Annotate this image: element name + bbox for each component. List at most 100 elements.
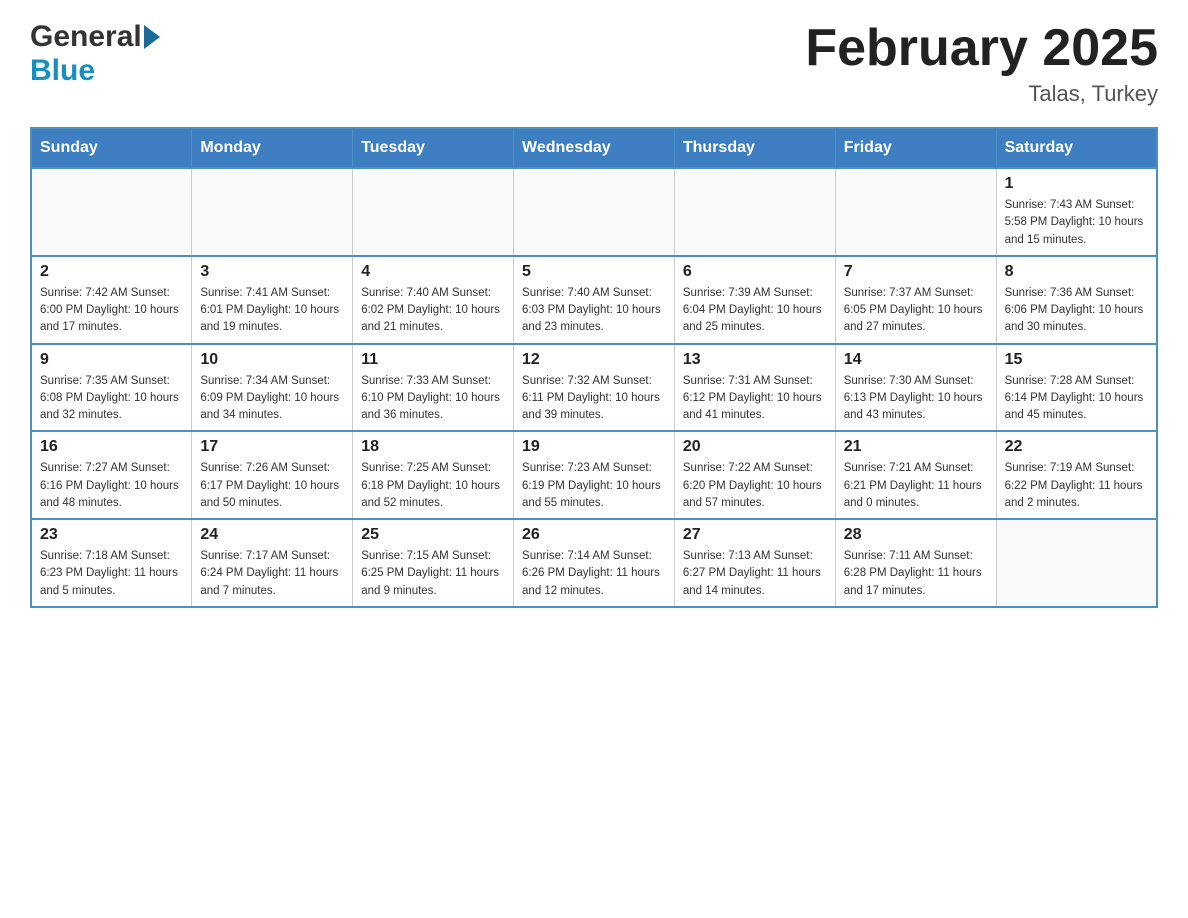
day-number: 17 (200, 438, 344, 456)
day-number: 5 (522, 263, 666, 281)
table-row: 9 Sunrise: 7:35 AM Sunset: 6:08 PM Daylig… (31, 344, 192, 432)
day-number: 7 (844, 263, 988, 281)
day-number: 4 (361, 263, 505, 281)
day-info: Sunrise: 7:39 AM Sunset: 6:04 PM Dayligh… (683, 285, 827, 337)
table-row: 26 Sunrise: 7:14 AM Sunset: 6:26 PM Dayli… (514, 519, 675, 607)
table-row: 8 Sunrise: 7:36 AM Sunset: 6:06 PM Daylig… (996, 256, 1157, 344)
day-info: Sunrise: 7:27 AM Sunset: 6:16 PM Dayligh… (40, 460, 183, 512)
day-info: Sunrise: 7:36 AM Sunset: 6:06 PM Dayligh… (1005, 285, 1148, 337)
day-info: Sunrise: 7:28 AM Sunset: 6:14 PM Dayligh… (1005, 373, 1148, 425)
day-info: Sunrise: 7:13 AM Sunset: 6:27 PM Dayligh… (683, 548, 827, 600)
day-info: Sunrise: 7:40 AM Sunset: 6:03 PM Dayligh… (522, 285, 666, 337)
logo: General Blue (30, 20, 160, 88)
day-number: 8 (1005, 263, 1148, 281)
col-friday: Friday (835, 128, 996, 168)
page-header: General Blue February 2025 Talas, Turkey (30, 20, 1158, 107)
day-number: 14 (844, 351, 988, 369)
table-row: 3 Sunrise: 7:41 AM Sunset: 6:01 PM Daylig… (192, 256, 353, 344)
day-info: Sunrise: 7:43 AM Sunset: 5:58 PM Dayligh… (1005, 197, 1148, 249)
day-info: Sunrise: 7:14 AM Sunset: 6:26 PM Dayligh… (522, 548, 666, 600)
table-row: 24 Sunrise: 7:17 AM Sunset: 6:24 PM Dayli… (192, 519, 353, 607)
logo-line1: General (30, 20, 160, 54)
table-row: 23 Sunrise: 7:18 AM Sunset: 6:23 PM Dayli… (31, 519, 192, 607)
table-row: 15 Sunrise: 7:28 AM Sunset: 6:14 PM Dayli… (996, 344, 1157, 432)
table-row: 28 Sunrise: 7:11 AM Sunset: 6:28 PM Dayli… (835, 519, 996, 607)
day-info: Sunrise: 7:17 AM Sunset: 6:24 PM Dayligh… (200, 548, 344, 600)
table-row: 22Sunrise: 7:19 AM Sunset: 6:22 PM Dayli… (996, 431, 1157, 519)
table-row: 20Sunrise: 7:22 AM Sunset: 6:20 PM Dayli… (674, 431, 835, 519)
table-row: 19 Sunrise: 7:23 AM Sunset: 6:19 PM Dayli… (514, 431, 675, 519)
table-row: 6 Sunrise: 7:39 AM Sunset: 6:04 PM Daylig… (674, 256, 835, 344)
table-row (514, 168, 675, 256)
table-row: 2Sunrise: 7:42 AM Sunset: 6:00 PM Daylig… (31, 256, 192, 344)
table-row: 13 Sunrise: 7:31 AM Sunset: 6:12 PM Dayli… (674, 344, 835, 432)
day-info: Sunrise: 7:31 AM Sunset: 6:12 PM Dayligh… (683, 373, 827, 425)
table-row: 1 Sunrise: 7:43 AM Sunset: 5:58 PM Daylig… (996, 168, 1157, 256)
day-info: Sunrise: 7:15 AM Sunset: 6:25 PM Dayligh… (361, 548, 505, 600)
day-number: 21 (844, 438, 988, 456)
col-monday: Monday (192, 128, 353, 168)
day-number: 10 (200, 351, 344, 369)
table-row (353, 168, 514, 256)
table-row: 7 Sunrise: 7:37 AM Sunset: 6:05 PM Daylig… (835, 256, 996, 344)
table-row: 27Sunrise: 7:13 AM Sunset: 6:27 PM Dayli… (674, 519, 835, 607)
location-label: Talas, Turkey (805, 81, 1158, 107)
day-info: Sunrise: 7:23 AM Sunset: 6:19 PM Dayligh… (522, 460, 666, 512)
table-row: 14 Sunrise: 7:30 AM Sunset: 6:13 PM Dayli… (835, 344, 996, 432)
day-number: 12 (522, 351, 666, 369)
day-number: 18 (361, 438, 505, 456)
table-row (835, 168, 996, 256)
table-row: 25 Sunrise: 7:15 AM Sunset: 6:25 PM Dayli… (353, 519, 514, 607)
day-info: Sunrise: 7:37 AM Sunset: 6:05 PM Dayligh… (844, 285, 988, 337)
day-info: Sunrise: 7:41 AM Sunset: 6:01 PM Dayligh… (200, 285, 344, 337)
table-row: 21 Sunrise: 7:21 AM Sunset: 6:21 PM Dayli… (835, 431, 996, 519)
day-info: Sunrise: 7:35 AM Sunset: 6:08 PM Dayligh… (40, 373, 183, 425)
table-row: 10Sunrise: 7:34 AM Sunset: 6:09 PM Dayli… (192, 344, 353, 432)
day-info: Sunrise: 7:19 AM Sunset: 6:22 PM Dayligh… (1005, 460, 1148, 512)
day-info: Sunrise: 7:26 AM Sunset: 6:17 PM Dayligh… (200, 460, 344, 512)
table-row: 11Sunrise: 7:33 AM Sunset: 6:10 PM Dayli… (353, 344, 514, 432)
col-sunday: Sunday (31, 128, 192, 168)
calendar-week-5: 23 Sunrise: 7:18 AM Sunset: 6:23 PM Dayli… (31, 519, 1157, 607)
logo-triangle-icon (144, 25, 160, 49)
day-number: 26 (522, 526, 666, 544)
day-info: Sunrise: 7:25 AM Sunset: 6:18 PM Dayligh… (361, 460, 505, 512)
table-row (31, 168, 192, 256)
day-info: Sunrise: 7:32 AM Sunset: 6:11 PM Dayligh… (522, 373, 666, 425)
calendar-week-3: 9 Sunrise: 7:35 AM Sunset: 6:08 PM Daylig… (31, 344, 1157, 432)
day-number: 28 (844, 526, 988, 544)
day-number: 1 (1005, 175, 1148, 193)
day-number: 15 (1005, 351, 1148, 369)
table-row (996, 519, 1157, 607)
calendar-week-4: 16 Sunrise: 7:27 AM Sunset: 6:16 PM Dayli… (31, 431, 1157, 519)
day-info: Sunrise: 7:18 AM Sunset: 6:23 PM Dayligh… (40, 548, 183, 600)
day-number: 13 (683, 351, 827, 369)
day-info: Sunrise: 7:42 AM Sunset: 6:00 PM Dayligh… (40, 285, 183, 337)
col-wednesday: Wednesday (514, 128, 675, 168)
table-row: 5 Sunrise: 7:40 AM Sunset: 6:03 PM Daylig… (514, 256, 675, 344)
table-row: 18 Sunrise: 7:25 AM Sunset: 6:18 PM Dayli… (353, 431, 514, 519)
table-row: 4Sunrise: 7:40 AM Sunset: 6:02 PM Daylig… (353, 256, 514, 344)
day-number: 16 (40, 438, 183, 456)
col-thursday: Thursday (674, 128, 835, 168)
day-number: 23 (40, 526, 183, 544)
calendar-week-1: 1 Sunrise: 7:43 AM Sunset: 5:58 PM Daylig… (31, 168, 1157, 256)
day-number: 6 (683, 263, 827, 281)
day-info: Sunrise: 7:21 AM Sunset: 6:21 PM Dayligh… (844, 460, 988, 512)
day-info: Sunrise: 7:11 AM Sunset: 6:28 PM Dayligh… (844, 548, 988, 600)
col-saturday: Saturday (996, 128, 1157, 168)
day-number: 11 (361, 351, 505, 369)
day-info: Sunrise: 7:30 AM Sunset: 6:13 PM Dayligh… (844, 373, 988, 425)
logo-line2: Blue (30, 54, 95, 88)
day-number: 9 (40, 351, 183, 369)
day-number: 24 (200, 526, 344, 544)
title-section: February 2025 Talas, Turkey (805, 20, 1158, 107)
month-title: February 2025 (805, 20, 1158, 77)
col-tuesday: Tuesday (353, 128, 514, 168)
day-number: 3 (200, 263, 344, 281)
day-number: 25 (361, 526, 505, 544)
table-row: 17 Sunrise: 7:26 AM Sunset: 6:17 PM Dayli… (192, 431, 353, 519)
day-number: 19 (522, 438, 666, 456)
day-info: Sunrise: 7:22 AM Sunset: 6:20 PM Dayligh… (683, 460, 827, 512)
table-row: 12 Sunrise: 7:32 AM Sunset: 6:11 PM Dayli… (514, 344, 675, 432)
